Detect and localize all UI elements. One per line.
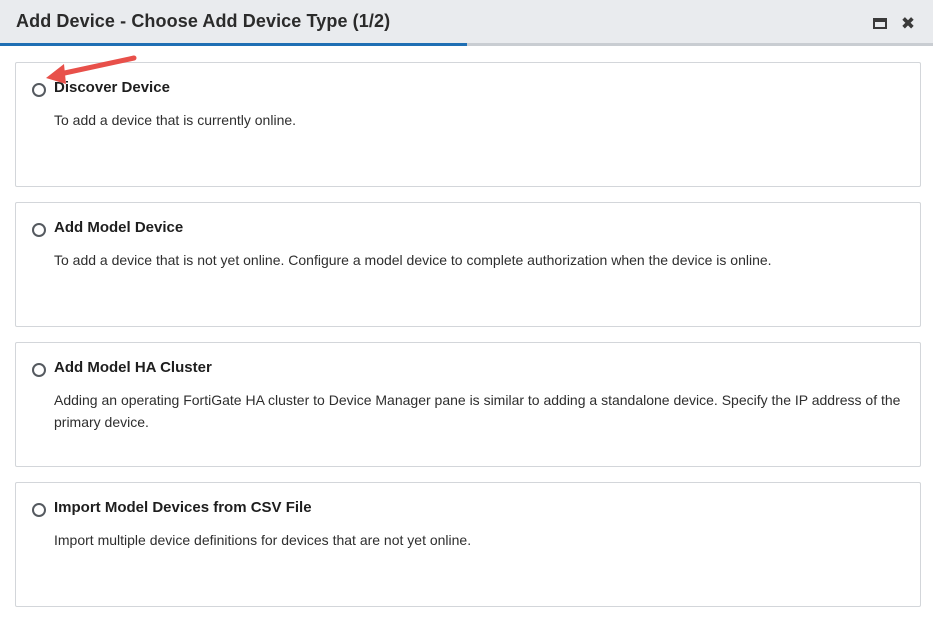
option-description: To add a device that is not yet online. … <box>54 252 772 268</box>
radio-add-model-ha-cluster[interactable] <box>32 363 46 377</box>
close-icon: ✖ <box>900 13 916 33</box>
option-title: Add Model Device <box>54 219 184 236</box>
option-description: To add a device that is currently online… <box>54 112 297 128</box>
radio-add-model-device[interactable] <box>32 223 46 237</box>
option-import-csv[interactable]: Import Model Devices from CSV File Impor… <box>15 482 921 607</box>
radio-import-csv[interactable] <box>32 503 46 517</box>
option-title: Discover Device <box>54 79 170 96</box>
option-add-model-device[interactable]: Add Model Device To add a device that is… <box>15 202 921 327</box>
close-button[interactable]: ✖ <box>899 14 917 32</box>
maximize-button[interactable] <box>871 14 889 32</box>
option-title: Add Model HA Cluster <box>54 359 212 376</box>
option-add-model-ha-cluster[interactable]: Add Model HA Cluster Adding an operating… <box>15 342 921 467</box>
maximize-icon <box>873 17 887 29</box>
wizard-progress-bar <box>0 43 467 46</box>
window-controls: ✖ <box>871 14 917 32</box>
option-discover-device[interactable]: Discover Device To add a device that is … <box>15 62 921 187</box>
radio-discover-device[interactable] <box>32 83 46 97</box>
dialog-titlebar: Add Device - Choose Add Device Type (1/2… <box>0 0 933 46</box>
device-type-options: Discover Device To add a device that is … <box>15 62 921 622</box>
dialog-title: Add Device - Choose Add Device Type (1/2… <box>16 11 391 31</box>
option-description: Adding an operating FortiGate HA cluster… <box>54 392 901 430</box>
add-device-dialog: Add Device - Choose Add Device Type (1/2… <box>0 0 933 640</box>
option-description: Import multiple device definitions for d… <box>54 532 472 548</box>
option-title: Import Model Devices from CSV File <box>54 499 312 516</box>
